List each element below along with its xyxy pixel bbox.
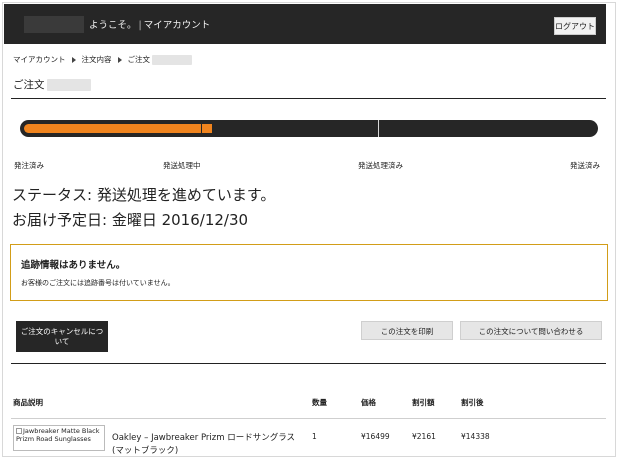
divider <box>11 363 606 364</box>
contact-order-button[interactable]: この注文について問い合わせる <box>460 321 602 340</box>
col-header-price: 価格 <box>361 398 376 407</box>
broken-image-icon <box>16 428 22 434</box>
progress-step-ordered: 発注済み <box>14 161 44 170</box>
divider <box>11 98 606 99</box>
order-title-label: ご注文 <box>13 79 45 91</box>
delivery-date-text: お届け予定日: 金曜日 2016/12/30 <box>12 211 249 229</box>
col-header-discount: 割引額 <box>412 398 435 407</box>
order-progress-bar <box>20 120 598 137</box>
col-header-quantity: 数量 <box>312 398 327 407</box>
progress-fill <box>24 124 201 133</box>
cancel-order-button[interactable]: ご注文のキャンセルについて <box>16 321 108 352</box>
header-separator: | <box>138 20 142 31</box>
breadcrumb-order: ご注文 <box>127 55 151 64</box>
status-text: ステータス: 発送処理を進めています。 <box>12 186 276 204</box>
progress-fill-tip <box>201 124 212 133</box>
product-price: ¥16499 <box>361 432 390 441</box>
breadcrumb: マイアカウント 注文内容 ご注文 <box>13 54 192 65</box>
redacted-order-number <box>46 78 91 91</box>
tracking-message: お客様のご注文には追跡番号は付いていません。 <box>21 279 175 287</box>
tracking-heading: 追跡情報はありません。 <box>21 260 126 271</box>
page-title: ご注文 <box>13 77 91 92</box>
header-bar: ようこそ。 | マイアカウント ログアウト <box>4 4 606 44</box>
progress-step-processing: 発送処理中 <box>163 161 201 170</box>
progress-step-shipped: 発送済み <box>570 161 600 170</box>
product-image-alt: Jawbreaker Matte Black Prizm Road Sungla… <box>16 427 100 443</box>
product-price-after-discount: ¥14338 <box>461 432 490 441</box>
progress-step-processed: 発送処理済み <box>358 161 403 170</box>
breadcrumb-my-account[interactable]: マイアカウント <box>13 54 66 65</box>
print-order-button[interactable]: この注文を印刷 <box>361 321 453 340</box>
product-quantity: 1 <box>312 432 317 441</box>
product-name-link[interactable]: Oakley – Jawbreaker Prizm ロードサングラス (マットブ… <box>112 432 307 458</box>
tracking-info-box: 追跡情報はありません。 お客様のご注文には追跡番号は付いていません。 <box>10 244 608 301</box>
breadcrumb-arrow-icon <box>71 56 76 63</box>
product-image[interactable]: Jawbreaker Matte Black Prizm Road Sungla… <box>13 425 105 451</box>
welcome-text: ようこそ。 | マイアカウント <box>89 17 210 31</box>
my-account-link[interactable]: マイアカウント <box>144 20 211 31</box>
product-discount: ¥2161 <box>412 432 436 441</box>
col-header-description: 商品説明 <box>13 398 43 407</box>
welcome-label: ようこそ。 <box>89 20 137 31</box>
breadcrumb-order-details[interactable]: 注文内容 <box>82 54 112 65</box>
table-divider <box>11 418 606 419</box>
redacted-order-number <box>152 54 192 65</box>
progress-divider <box>378 120 379 137</box>
redacted-user-name <box>24 16 84 33</box>
logout-button[interactable]: ログアウト <box>554 17 596 35</box>
breadcrumb-arrow-icon <box>117 56 122 63</box>
col-header-after-discount: 割引後 <box>461 398 484 407</box>
